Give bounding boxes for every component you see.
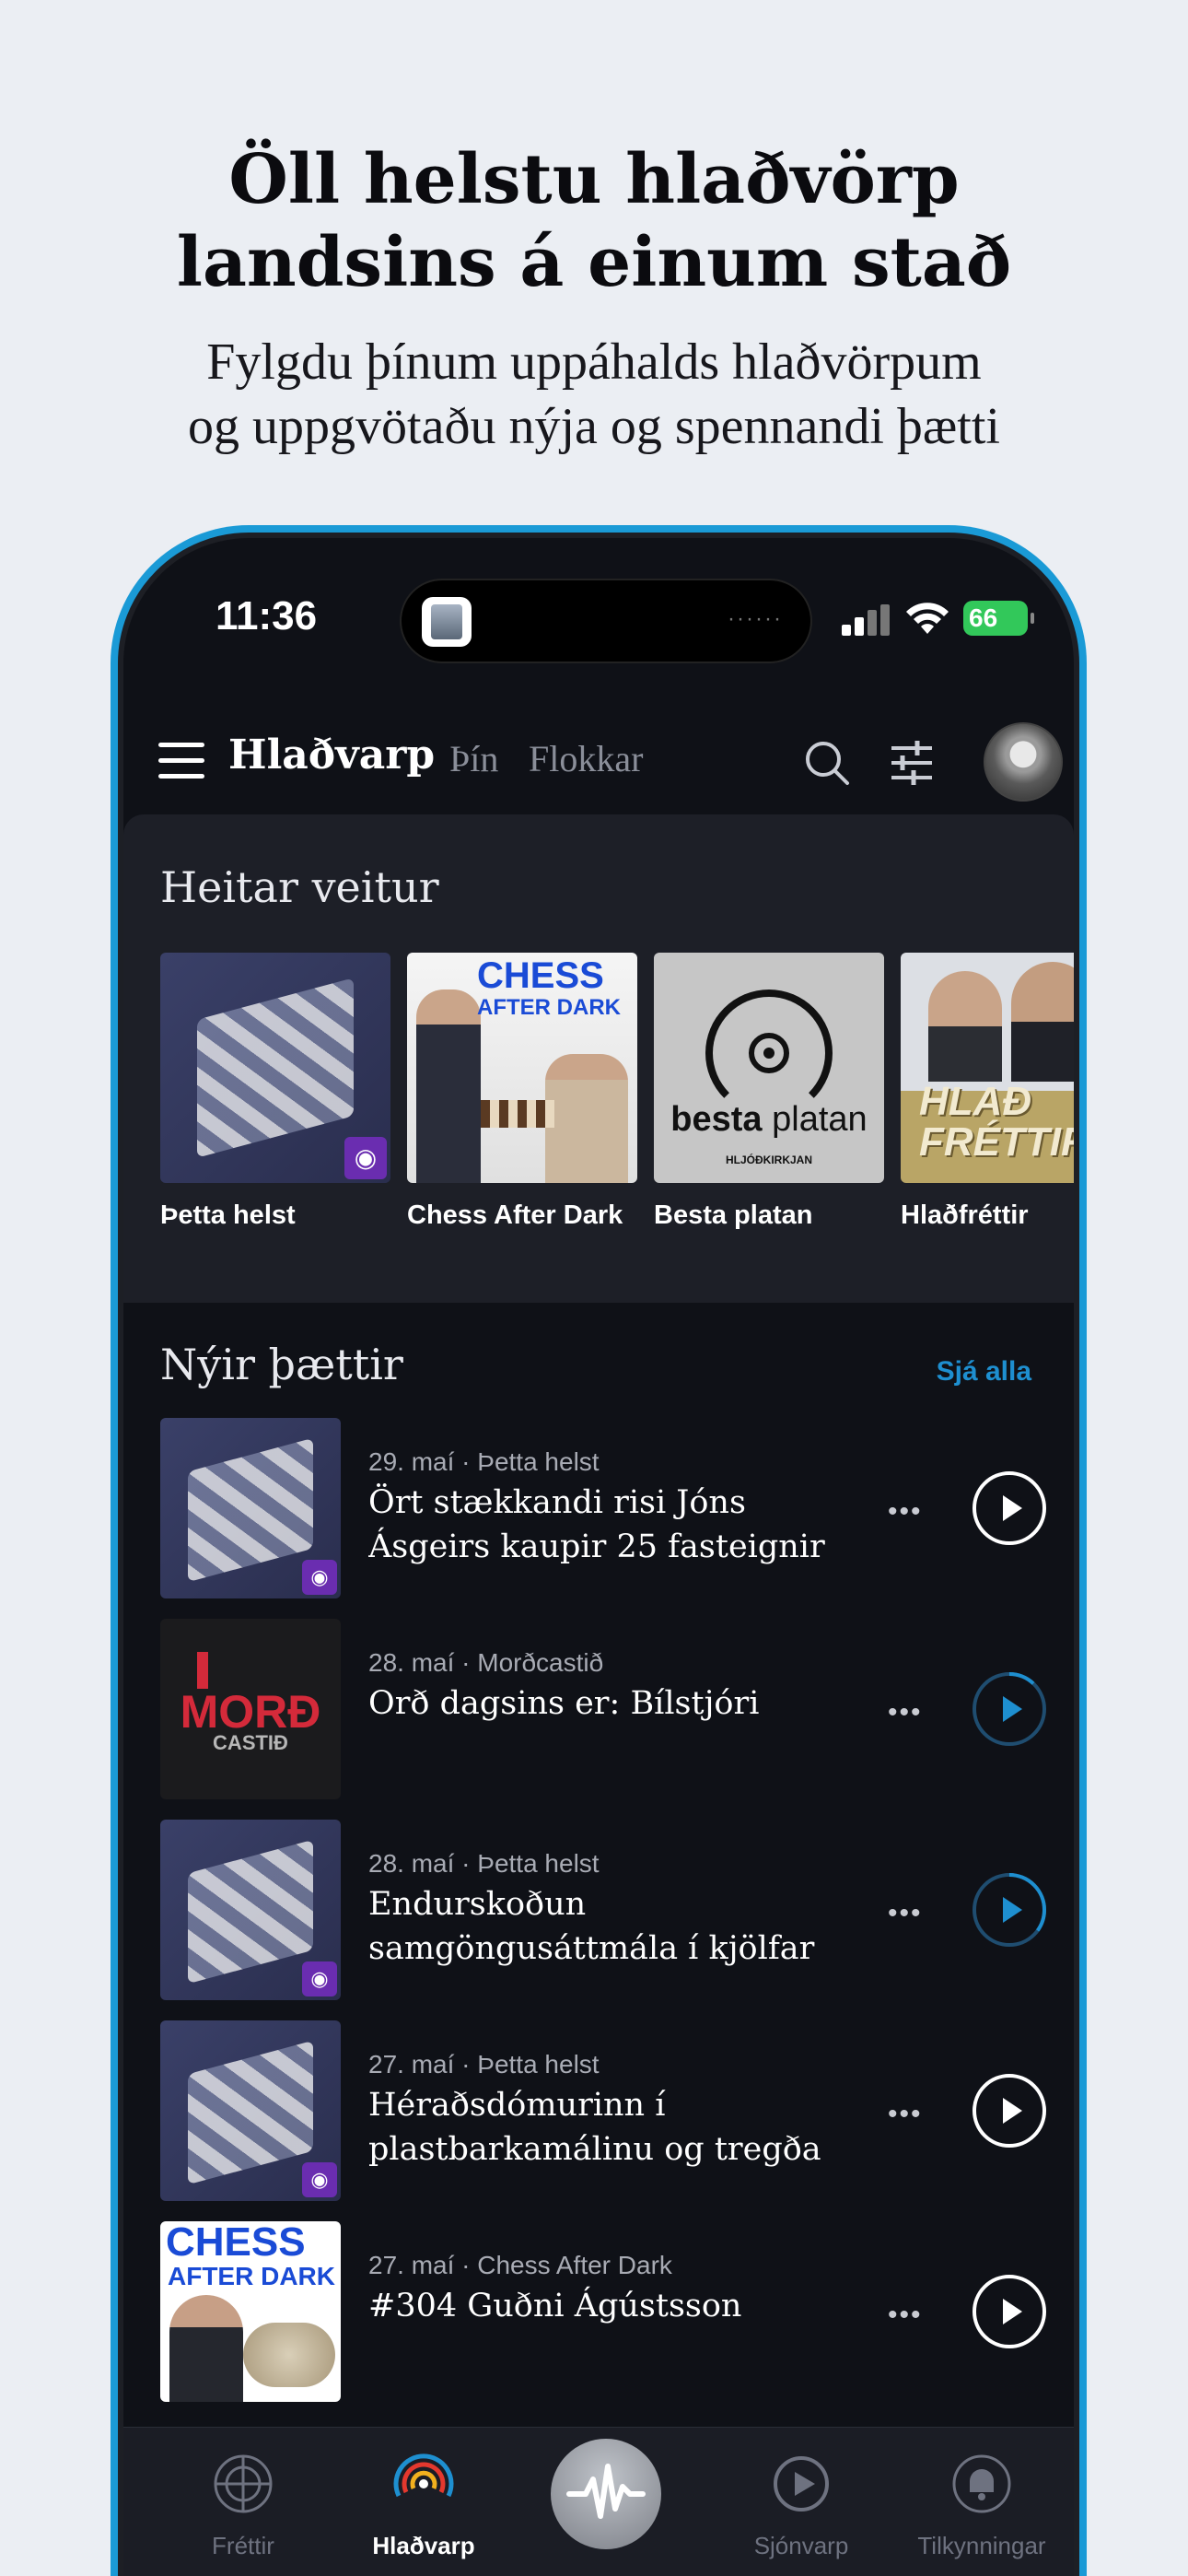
cover-text: HLAÐ FRÉTTIR — [919, 1079, 1079, 1165]
hot-card-petta-helst[interactable]: ◉ Þetta helst — [160, 953, 390, 1231]
cover-text: AFTER DARK — [477, 995, 621, 1020]
episode-row[interactable]: CHESS AFTER DARK 27. maí · Chess After Dar… — [123, 2221, 1074, 2406]
more-options-icon[interactable]: ••• — [888, 1900, 923, 1927]
play-button-icon[interactable] — [971, 1469, 1048, 1547]
play-button-icon[interactable] — [971, 2273, 1048, 2350]
tab-label: Sjónvarp — [753, 2532, 849, 2559]
cover-text: besta platan — [670, 1100, 868, 1139]
hot-card-label: Chess After Dark — [407, 1200, 623, 1230]
phone-frame: 11:36 ······ 66 Hlaðvarp Þín Flokkar Hei… — [111, 525, 1087, 2576]
more-options-icon[interactable]: ••• — [888, 1498, 923, 1526]
tab-label: Tilkynningar — [917, 2532, 1046, 2559]
island-dots-icon: ······ — [728, 606, 783, 631]
hot-card-label: Þetta helst — [160, 1200, 296, 1230]
episode-meta: 27. maí · Þetta helst — [368, 2050, 600, 2078]
dynamic-island: ······ — [400, 579, 812, 663]
hot-card-hladfrettir[interactable]: HLAÐ FRÉTTIR Hlaðfréttir — [901, 953, 1079, 1231]
episode-title: #304 Guðni Ágústsson — [368, 2288, 742, 2324]
waveform-icon — [566, 2464, 646, 2519]
promo-subtitle: Fylgdu þínum uppáhalds hlaðvörpum og upp… — [188, 334, 1000, 455]
cellular-signal-icon — [842, 604, 893, 636]
episode-title: Ört stækkandi risi Jóns Ásgeirs kaupir 2… — [368, 1484, 825, 1565]
waveform-button[interactable] — [551, 2439, 661, 2549]
episode-cover: ◉ — [160, 2020, 341, 2201]
podcast-cover: HLAÐ FRÉTTIR — [901, 953, 1079, 1183]
podcast-badge-icon: ◉ — [302, 1560, 337, 1595]
hot-section: Heitar veitur ◉ Þetta helst CHESS AFTER … — [123, 814, 1074, 1303]
episode-cover: ◉ — [160, 1820, 341, 2000]
tab-frettir[interactable]: Fréttir — [160, 2452, 326, 2560]
podcast-badge-icon: ◉ — [302, 2162, 337, 2197]
play-circle-icon — [774, 2456, 829, 2512]
episode-row[interactable]: ◉ 27. maí · Þetta helst Héraðsdómurinn í p… — [123, 2020, 1074, 2205]
tab-label: Fréttir — [212, 2532, 274, 2559]
podcast-badge-icon: ◉ — [344, 1137, 387, 1179]
episode-row[interactable]: MORÐ CASTIÐ 28. maí · Morðcastið Orð dagsin… — [123, 1619, 1074, 1803]
episode-meta: 28. maí · Morðcastið — [368, 1648, 604, 1677]
play-button-icon[interactable] — [971, 1670, 1048, 1748]
hot-card-chess-after-dark[interactable]: CHESS AFTER DARK Chess After Dark — [407, 953, 637, 1231]
tab-tilkynningar[interactable]: Tilkynningar — [899, 2452, 1065, 2560]
cover-text: AFTER DARK — [168, 2262, 335, 2290]
episode-meta: 28. maí · Þetta helst — [368, 1849, 600, 1878]
user-avatar[interactable] — [984, 722, 1063, 802]
cover-text: HLJÓÐKIRKJAN — [725, 1153, 812, 1166]
hot-card-besta-platan[interactable]: besta platan HLJÓÐKIRKJAN Besta platan — [654, 953, 884, 1231]
globe-icon — [214, 2454, 273, 2513]
episode-row[interactable]: ◉ 29. maí · Þetta helst Ört stækkandi risi… — [123, 1418, 1074, 1602]
nav-thin[interactable]: Þín — [449, 737, 498, 780]
app-title: Hlaðvarp — [228, 732, 436, 779]
podcast-cover: besta platan HLJÓÐKIRKJAN — [654, 953, 884, 1183]
menu-icon[interactable] — [158, 743, 204, 779]
episode-cover: ◉ — [160, 1418, 341, 1598]
episode-cover: CHESS AFTER DARK — [160, 2221, 341, 2402]
more-options-icon[interactable]: ••• — [888, 2101, 923, 2128]
episode-title: Endurskoðun samgöngusáttmála í kjölfar k… — [368, 1886, 815, 1967]
status-bar: 11:36 ······ 66 — [123, 538, 1074, 695]
status-time: 11:36 — [215, 593, 318, 638]
battery-level: 66 — [969, 603, 998, 632]
episode-row[interactable]: ◉ 28. maí · Þetta helst Endurskoðun samgön… — [123, 1820, 1074, 2004]
promo-title: Öll helstu hlaðvörp landsins á einum sta… — [176, 140, 1012, 302]
episode-cover: MORÐ CASTIÐ — [160, 1619, 341, 1799]
tab-hladvarp[interactable]: Hlaðvarp — [341, 2452, 507, 2560]
wifi-icon — [906, 603, 949, 634]
cover-text: CHESS — [166, 2221, 306, 2265]
bell-icon — [952, 2454, 1011, 2513]
phone-screen: 11:36 ······ 66 Hlaðvarp Þín Flokkar Hei… — [118, 533, 1079, 2576]
episode-meta: 29. maí · Þetta helst — [368, 1447, 600, 1476]
more-options-icon[interactable]: ••• — [888, 1699, 923, 1727]
podcast-cover: CHESS AFTER DARK — [407, 953, 637, 1183]
cover-text: CHESS — [477, 955, 604, 996]
cover-text: CASTIÐ — [213, 1731, 288, 1754]
new-episodes-title: Nýir þættir — [160, 1340, 403, 1389]
play-button-icon[interactable] — [971, 1871, 1048, 1949]
hot-section-title: Heitar veitur — [160, 862, 439, 912]
see-all-link[interactable]: Sjá alla — [937, 1356, 1031, 1388]
play-button-icon[interactable] — [971, 2072, 1048, 2149]
live-activity-icon — [422, 597, 472, 647]
podcast-cover: ◉ — [160, 953, 390, 1183]
tab-label: Hlaðvarp — [372, 2532, 475, 2559]
podcast-badge-icon: ◉ — [302, 1961, 337, 1996]
episode-meta: 27. maí · Chess After Dark — [368, 2251, 672, 2279]
episode-title: Héraðsdómurinn í plastbarkamálinu og tre… — [368, 2087, 821, 2168]
hot-card-label: Hlaðfréttir — [901, 1200, 1029, 1230]
battery-icon: 66 — [963, 601, 1034, 636]
more-options-icon[interactable]: ••• — [888, 2301, 923, 2329]
tab-sjonvarp[interactable]: Sjónvarp — [718, 2452, 884, 2560]
app-header: Hlaðvarp Þín Flokkar — [123, 695, 1074, 824]
hot-card-label: Besta platan — [654, 1200, 813, 1230]
filter-sliders-icon[interactable] — [886, 737, 938, 789]
podcast-icon — [393, 2453, 454, 2498]
nav-flokkar[interactable]: Flokkar — [529, 737, 643, 780]
search-icon[interactable] — [801, 737, 853, 789]
bottom-tab-bar: Fréttir Hlaðvarp Sjónvarp Tilkynningar — [123, 2427, 1074, 2576]
episode-title: Orð dagsins er: Bílstjóri — [368, 1685, 760, 1722]
